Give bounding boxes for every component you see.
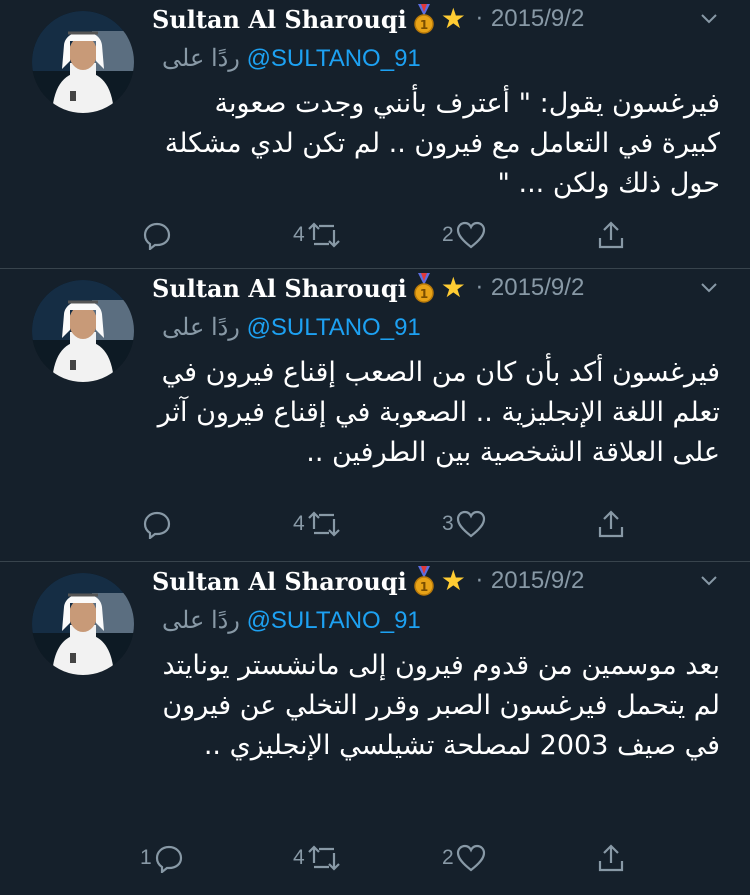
retweet-button[interactable]: 4	[293, 504, 341, 544]
tweet-feed: Sultan Al Sharouqi 1 ★ · 2015/9/2 ردًا ع…	[0, 0, 750, 895]
share-button[interactable]	[596, 215, 626, 255]
tweet-date[interactable]: 2015/9/2	[491, 274, 584, 302]
chevron-down-icon[interactable]	[698, 277, 720, 299]
avatar[interactable]	[32, 280, 134, 382]
tweet-text: فيرغسون يقول: " أعترف بأنني وجدت صعوبة ك…	[164, 88, 720, 199]
replying-to: ردًا على @SULTANO_91	[162, 44, 421, 73]
replying-to-handle[interactable]: @SULTANO_91	[247, 607, 421, 634]
like-button[interactable]: 2	[442, 838, 486, 878]
tweet-text: فيرغسون أكد بأن كان من الصعب إقناع فيرون…	[157, 357, 720, 468]
retweet-count: 4	[293, 846, 305, 869]
retweet-icon	[307, 222, 340, 248]
star-emoji-icon: ★	[440, 564, 466, 597]
reply-icon	[143, 222, 171, 250]
separator-dot: ·	[475, 6, 483, 32]
star-emoji-icon: ★	[440, 271, 466, 304]
retweet-count: 4	[293, 512, 305, 535]
like-count: 2	[442, 846, 454, 869]
display-name[interactable]: Sultan Al Sharouqi	[152, 5, 407, 34]
replying-to-label: ردًا على	[162, 314, 240, 341]
share-icon	[598, 844, 624, 872]
share-button[interactable]	[596, 504, 626, 544]
avatar[interactable]	[32, 573, 134, 675]
reply-icon	[143, 511, 171, 539]
replying-to-handle[interactable]: @SULTANO_91	[247, 45, 421, 72]
replying-to-label: ردًا على	[162, 45, 240, 72]
replying-to-handle[interactable]: @SULTANO_91	[247, 314, 421, 341]
tweet-date[interactable]: 2015/9/2	[491, 5, 584, 33]
medal-emoji-icon: 1	[413, 4, 435, 34]
retweet-button[interactable]: 4	[293, 838, 341, 878]
retweet-count: 4	[293, 223, 305, 246]
replying-to: ردًا على @SULTANO_91	[162, 606, 421, 635]
retweet-icon	[307, 845, 340, 871]
tweet-header: Sultan Al Sharouqi 1 ★ · 2015/9/2	[152, 562, 584, 600]
reply-icon	[155, 845, 182, 873]
display-name[interactable]: Sultan Al Sharouqi	[152, 274, 407, 303]
separator-dot: ·	[475, 568, 483, 594]
display-name[interactable]: Sultan Al Sharouqi	[152, 567, 407, 596]
heart-icon	[456, 844, 485, 872]
chevron-down-icon[interactable]	[698, 8, 720, 30]
tweet[interactable]: Sultan Al Sharouqi 1 ★ · 2015/9/2 ردًا ع…	[0, 0, 750, 269]
heart-icon	[456, 221, 485, 249]
reply-count: 1	[140, 846, 152, 869]
reply-button[interactable]	[140, 504, 172, 544]
chevron-down-icon[interactable]	[698, 570, 720, 592]
share-icon	[598, 510, 624, 538]
svg-text:1: 1	[420, 18, 428, 32]
avatar[interactable]	[32, 11, 134, 113]
tweet-header: Sultan Al Sharouqi 1 ★ · 2015/9/2	[152, 0, 584, 38]
tweet-text: بعد موسمين من قدوم فيرون إلى مانشستر يون…	[162, 650, 720, 761]
tweet-actions: 4 3	[0, 504, 750, 544]
retweet-icon	[307, 511, 340, 537]
retweet-button[interactable]: 4	[293, 215, 341, 255]
share-button[interactable]	[596, 838, 626, 878]
like-count: 3	[442, 512, 454, 535]
share-icon	[598, 221, 624, 249]
reply-button[interactable]: 1	[140, 838, 184, 878]
tweet[interactable]: Sultan Al Sharouqi 1 ★ · 2015/9/2 ردًا ع…	[0, 562, 750, 895]
medal-emoji-icon: 1	[413, 273, 435, 303]
svg-text:1: 1	[420, 287, 428, 301]
separator-dot: ·	[475, 275, 483, 301]
tweet-actions: 4 2	[0, 215, 750, 255]
replying-to: ردًا على @SULTANO_91	[162, 313, 421, 342]
tweet-header: Sultan Al Sharouqi 1 ★ · 2015/9/2	[152, 269, 584, 307]
heart-icon	[456, 510, 485, 538]
tweet-date[interactable]: 2015/9/2	[491, 567, 584, 595]
reply-button[interactable]	[140, 215, 172, 255]
replying-to-label: ردًا على	[162, 607, 240, 634]
medal-emoji-icon: 1	[413, 566, 435, 596]
tweet[interactable]: Sultan Al Sharouqi 1 ★ · 2015/9/2 ردًا ع…	[0, 269, 750, 562]
like-count: 2	[442, 223, 454, 246]
like-button[interactable]: 2	[442, 215, 486, 255]
star-emoji-icon: ★	[440, 2, 466, 35]
tweet-actions: 1 4 2	[0, 838, 750, 878]
svg-text:1: 1	[420, 580, 428, 594]
like-button[interactable]: 3	[442, 504, 486, 544]
